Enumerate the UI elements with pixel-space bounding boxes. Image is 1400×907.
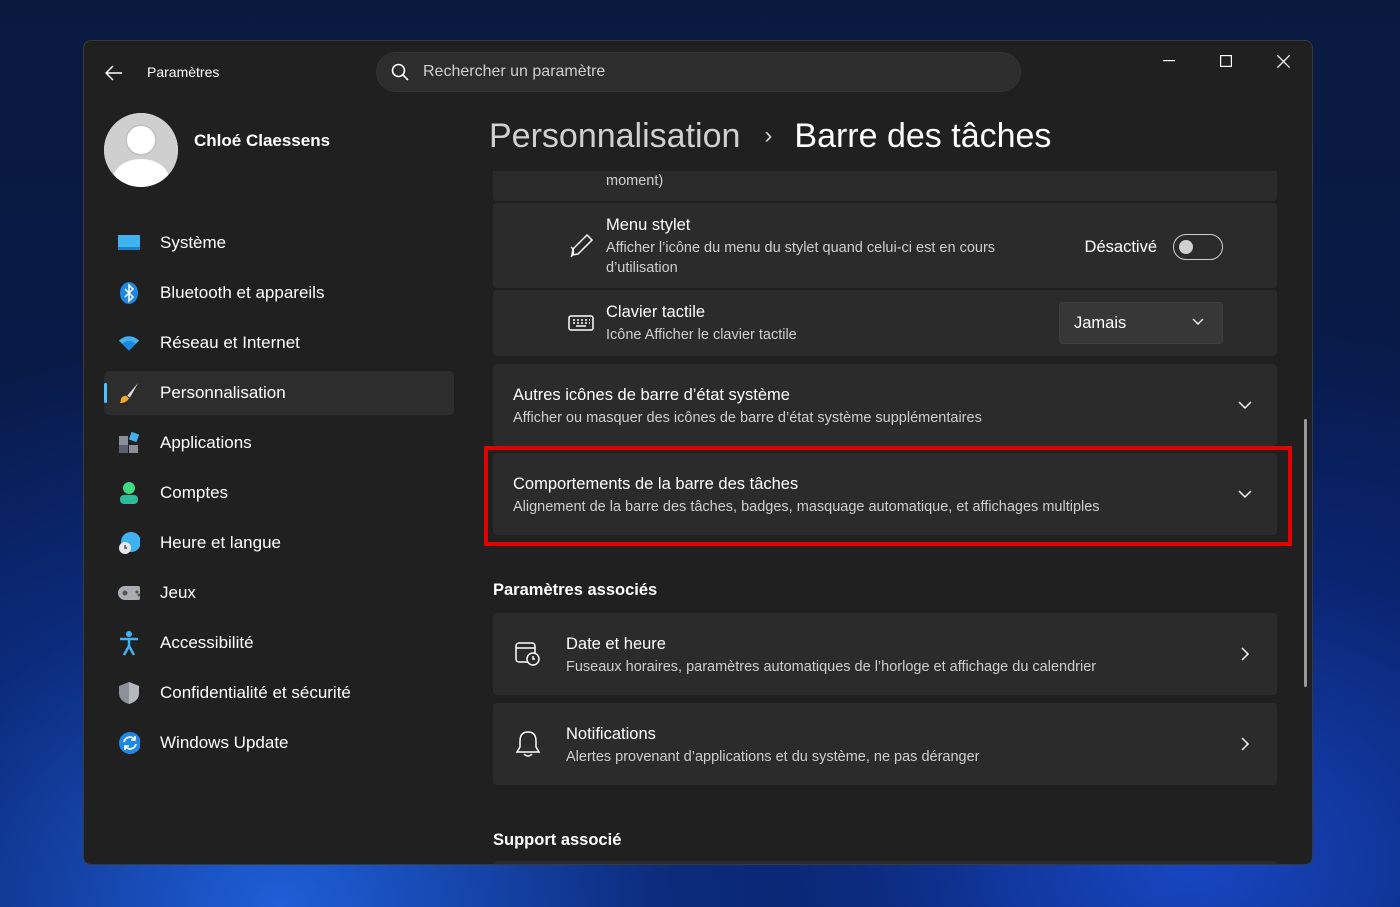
pen-menu-toggle-group: Désactivé: [1085, 234, 1223, 260]
sidebar-nav: Système Bluetooth et appareils Réseau et…: [104, 221, 454, 771]
sidebar-item-bluetooth[interactable]: Bluetooth et appareils: [104, 271, 454, 315]
taskbar-behaviors-row[interactable]: Comportements de la barre des tâches Ali…: [493, 453, 1277, 535]
sidebar-item-label: Heure et langue: [160, 533, 281, 552]
date-time-desc: Fuseaux horaires, paramètres automatique…: [566, 659, 1097, 675]
pen-icon: [566, 231, 596, 261]
sidebar-item-time-language[interactable]: Heure et langue: [104, 521, 454, 565]
apps-icon: [118, 432, 140, 454]
page-title: Barre des tâches: [794, 117, 1052, 155]
close-icon: [1276, 54, 1290, 68]
accessibility-icon: [118, 631, 140, 656]
system-tray-title: Autres icônes de barre d’état système: [513, 386, 790, 404]
date-time-row[interactable]: Date et heure Fuseaux horaires, paramètr…: [493, 613, 1277, 695]
pen-menu-title: Menu stylet: [606, 216, 691, 234]
related-settings-heading: Paramètres associés: [493, 581, 658, 599]
breadcrumb: Personnalisation › Barre des tâches: [489, 117, 1051, 156]
breadcrumb-parent[interactable]: Personnalisation: [489, 117, 740, 156]
partial-setting-desc: moment): [606, 173, 664, 189]
search-box[interactable]: Rechercher un paramètre: [376, 52, 1021, 92]
close-button[interactable]: [1263, 51, 1303, 71]
sidebar-item-label: Comptes: [160, 483, 229, 502]
partial-setting-card: moment): [493, 171, 1277, 201]
sidebar-item-label: Système: [160, 233, 227, 252]
sidebar-item-gaming[interactable]: Jeux: [104, 571, 454, 615]
related-support-heading: Support associé: [493, 831, 622, 849]
system-monitor-icon: [118, 232, 140, 254]
chevron-down-icon: [1192, 318, 1204, 325]
sidebar-item-label: Windows Update: [160, 733, 289, 752]
chevron-right-icon: [1241, 647, 1250, 661]
user-name: Chloé Claessens: [194, 131, 331, 150]
breadcrumb-separator: ›: [764, 122, 773, 149]
maximize-button[interactable]: [1206, 51, 1246, 71]
touch-keyboard-row: Clavier tactile Icône Afficher le clavie…: [493, 290, 1277, 356]
bell-icon: [513, 729, 543, 759]
maximize-icon: [1220, 55, 1232, 67]
sidebar-item-accounts[interactable]: Comptes: [104, 471, 454, 515]
sidebar-item-label: Confidentialité et sécurité: [160, 683, 351, 702]
expand-chevron[interactable]: [1235, 395, 1255, 415]
scrollbar[interactable]: [1304, 419, 1307, 687]
chevron-down-icon: [1238, 490, 1252, 499]
taskbar-behaviors-desc: Alignement de la barre des tâches, badge…: [513, 499, 1100, 515]
shield-icon: [118, 682, 140, 704]
touch-keyboard-desc: Icône Afficher le clavier tactile: [606, 327, 797, 343]
dropdown-value: Jamais: [1074, 313, 1127, 332]
globe-clock-icon: [118, 532, 140, 554]
sidebar-item-label: Accessibilité: [160, 633, 254, 652]
minimize-button[interactable]: [1149, 51, 1189, 71]
sidebar-item-accessibility[interactable]: Accessibilité: [104, 621, 454, 665]
chevron-right-icon: [1241, 737, 1250, 751]
partial-support-card: [493, 861, 1277, 864]
avatar[interactable]: [104, 113, 178, 187]
sidebar-item-label: Personnalisation: [160, 383, 286, 402]
taskbar-behaviors-title: Comportements de la barre des tâches: [513, 475, 799, 493]
sidebar-item-privacy[interactable]: Confidentialité et sécurité: [104, 671, 454, 715]
calendar-clock-icon: [513, 639, 543, 669]
toggle-knob: [1179, 240, 1193, 254]
navigate-chevron[interactable]: [1235, 734, 1255, 754]
account-icon: [118, 482, 140, 504]
chevron-down-icon: [1238, 401, 1252, 410]
bluetooth-icon: [118, 282, 140, 304]
settings-window: Paramètres Rechercher un paramètre Chloé…: [83, 40, 1313, 865]
sidebar-item-label: Bluetooth et appareils: [160, 283, 325, 302]
back-button[interactable]: [102, 61, 126, 85]
sidebar-item-label: Réseau et Internet: [160, 333, 300, 352]
sidebar-item-apps[interactable]: Applications: [104, 421, 454, 465]
sidebar-item-label: Applications: [160, 433, 252, 452]
update-icon: [118, 732, 140, 754]
keyboard-icon: [566, 308, 596, 338]
sidebar-item-personalization[interactable]: Personnalisation: [104, 371, 454, 415]
user-silhouette-icon: [104, 113, 178, 187]
pen-menu-toggle[interactable]: [1173, 234, 1223, 260]
brush-icon: [118, 382, 140, 404]
date-time-title: Date et heure: [566, 635, 666, 653]
sidebar-item-system[interactable]: Système: [104, 221, 454, 265]
app-title: Paramètres: [147, 64, 220, 80]
search-icon: [391, 63, 409, 81]
settings-content: moment) Menu stylet Afficher l’icône du …: [493, 171, 1279, 864]
pen-menu-row: Menu stylet Afficher l’icône du menu du …: [493, 203, 1277, 288]
search-placeholder[interactable]: Rechercher un paramètre: [423, 63, 605, 81]
back-arrow-icon: [105, 65, 122, 81]
minimize-icon: [1163, 60, 1175, 62]
notifications-title: Notifications: [566, 725, 656, 743]
notifications-row[interactable]: Notifications Alertes provenant d’applic…: [493, 703, 1277, 785]
notifications-desc: Alertes provenant d’applications et du s…: [566, 749, 980, 765]
expand-chevron[interactable]: [1235, 484, 1255, 504]
navigate-chevron[interactable]: [1235, 644, 1255, 664]
wifi-icon: [118, 332, 140, 354]
pen-menu-toggle-label: Désactivé: [1084, 237, 1157, 256]
system-tray-desc: Afficher ou masquer des icônes de barre …: [513, 410, 982, 426]
touch-keyboard-title: Clavier tactile: [606, 303, 706, 321]
sidebar-item-label: Jeux: [160, 583, 196, 602]
touch-keyboard-dropdown[interactable]: Jamais: [1059, 302, 1223, 344]
pen-menu-desc: Afficher l’icône du menu du stylet quand…: [606, 240, 996, 276]
sidebar-item-windows-update[interactable]: Windows Update: [104, 721, 454, 765]
sidebar-item-network[interactable]: Réseau et Internet: [104, 321, 454, 365]
system-tray-icons-row[interactable]: Autres icônes de barre d’état système Af…: [493, 364, 1277, 446]
gamepad-icon: [118, 582, 140, 604]
